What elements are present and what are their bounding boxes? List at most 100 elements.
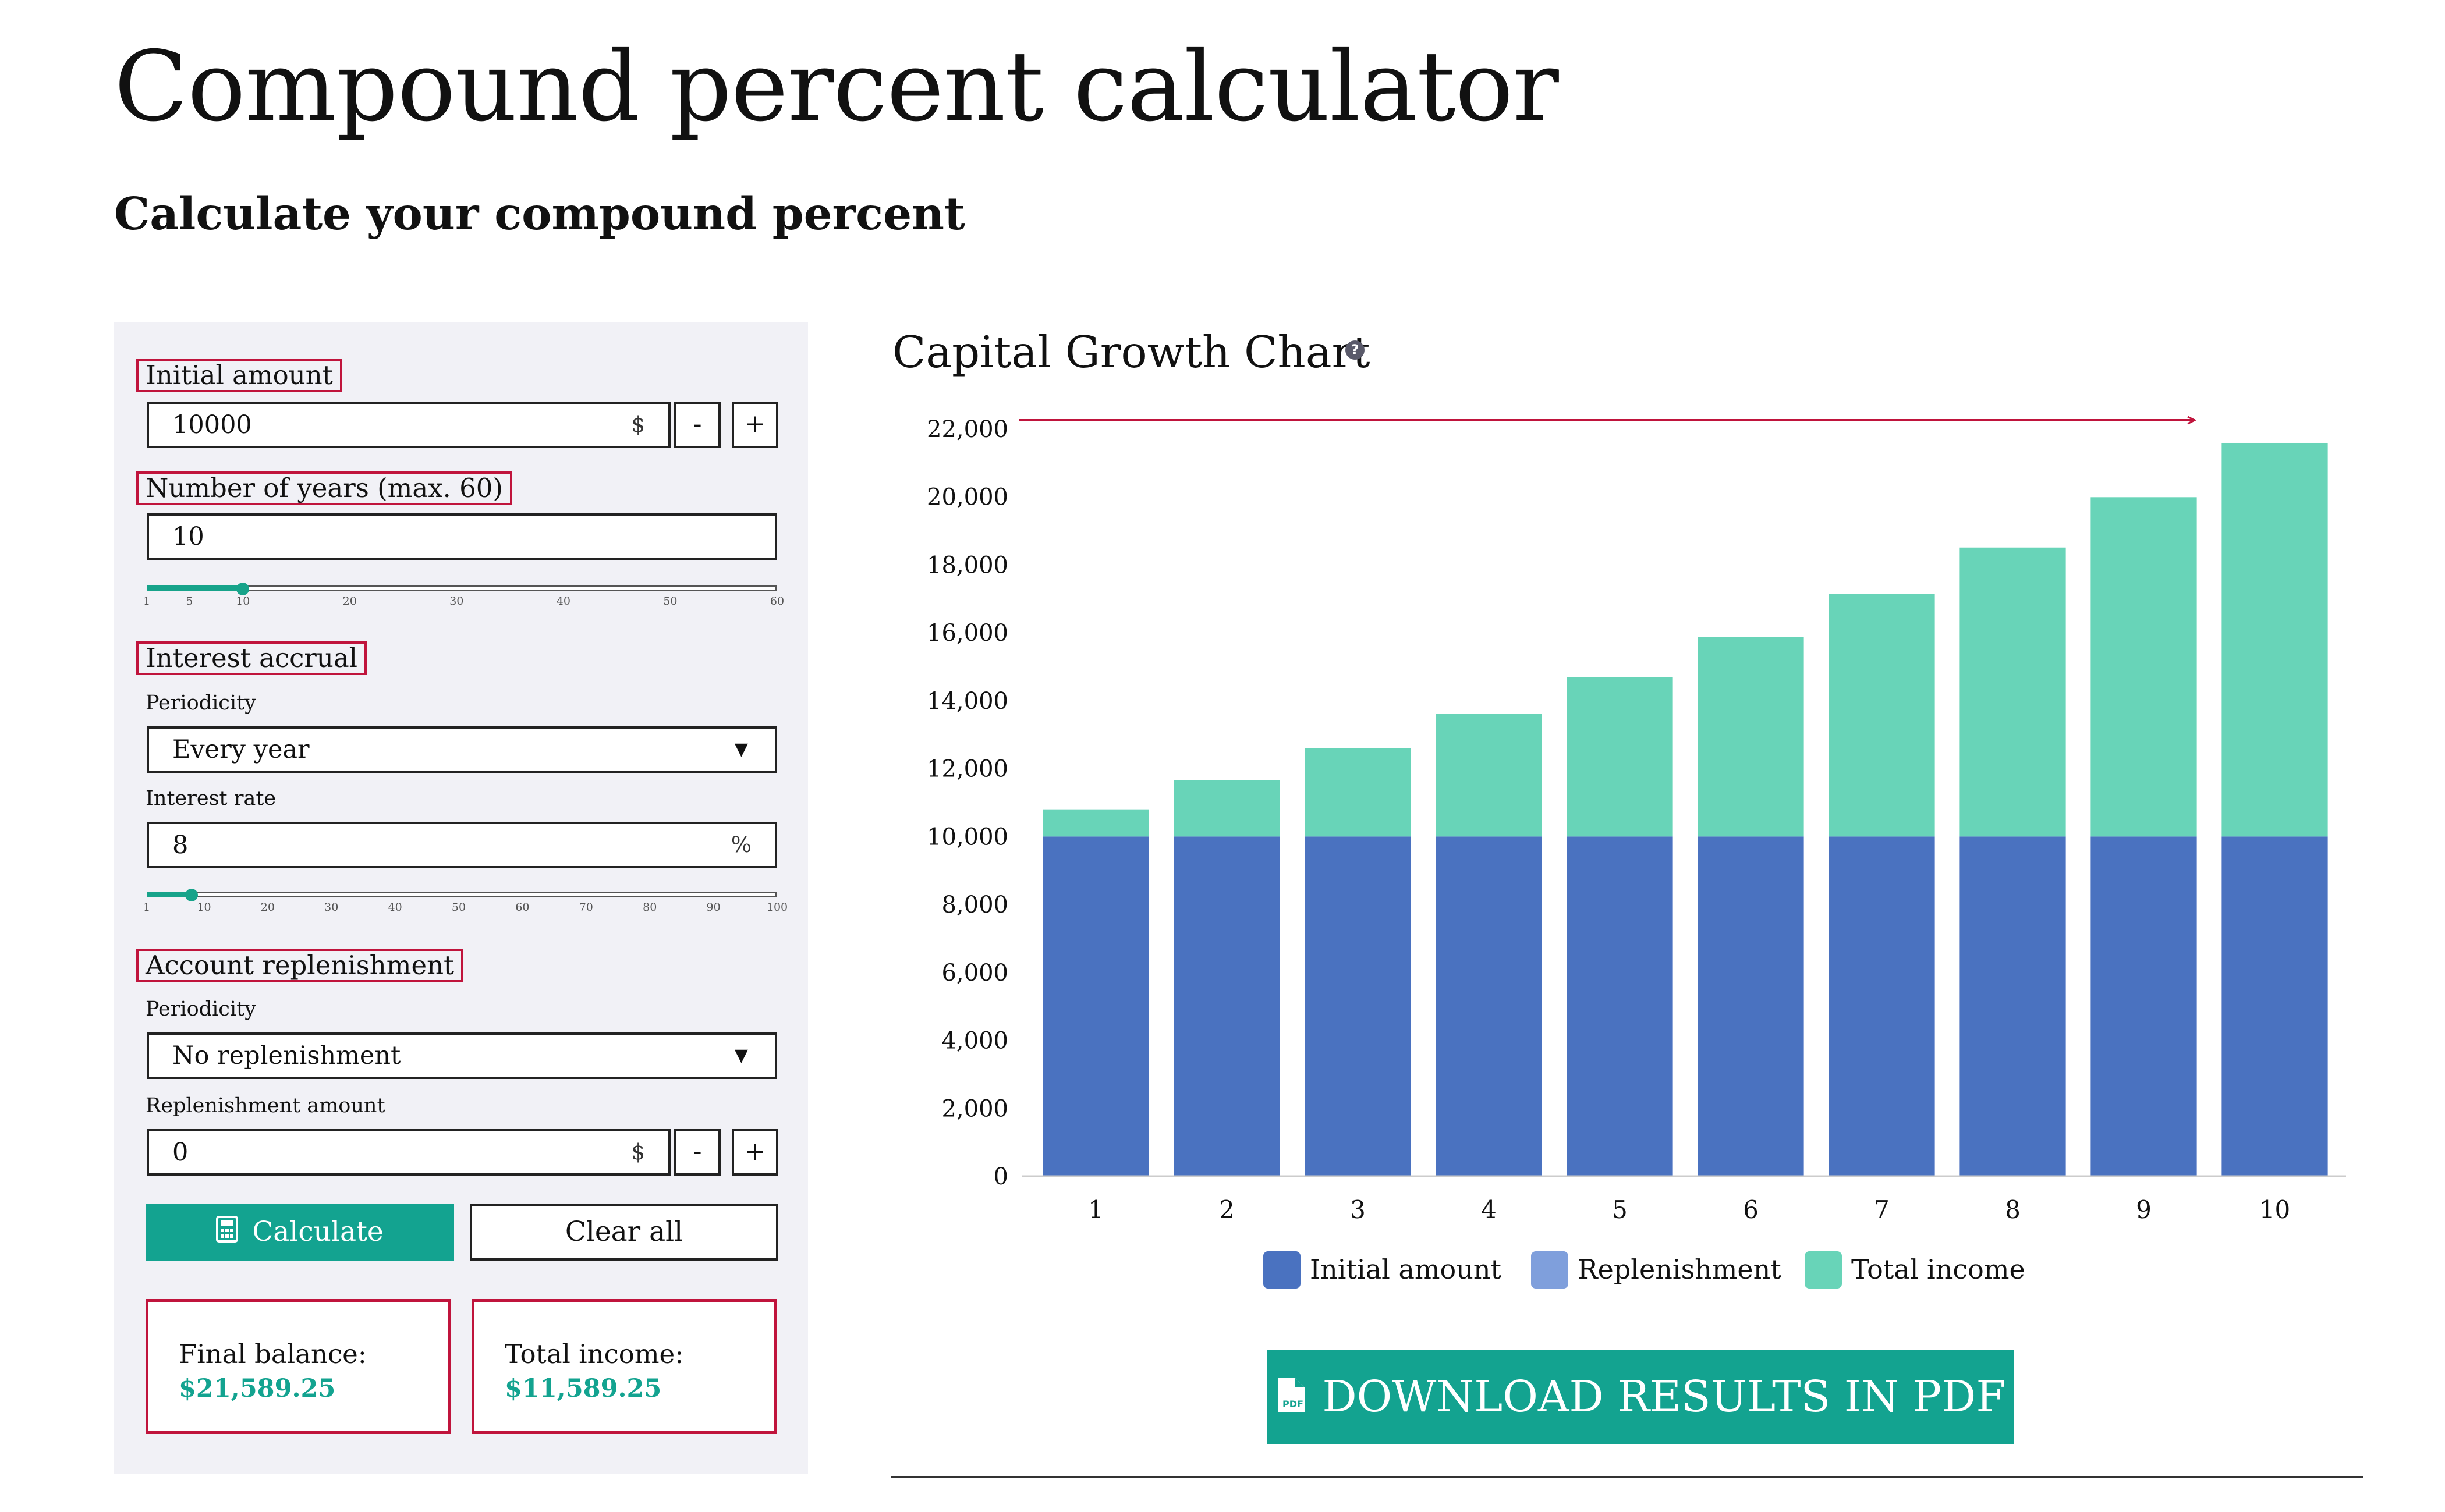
bar-total-income[interactable] — [1567, 677, 1673, 837]
interest-rate-slider[interactable]: 1 10 20 30 40 50 60 70 80 90 100 — [143, 883, 788, 918]
chart-title: Capital Growth Chart — [892, 326, 1370, 378]
bar-total-income[interactable] — [1829, 594, 1935, 837]
page-subtitle: Calculate your compound percent — [114, 188, 965, 240]
rate-slider-tick-label: 50 — [451, 901, 466, 914]
bar-initial-amount[interactable] — [1959, 836, 2066, 1176]
interest-rate-input[interactable]: 8 % — [147, 822, 777, 868]
legend-swatch[interactable] — [1531, 1251, 1568, 1289]
rate-slider-tick-label: 10 — [197, 901, 211, 914]
bar-initial-amount[interactable] — [1698, 836, 1804, 1176]
initial-amount-decrement-button[interactable]: - — [674, 402, 721, 448]
bar-initial-amount[interactable] — [1174, 836, 1280, 1176]
replenishment-amount-label: Replenishment amount — [146, 1094, 385, 1117]
bar-initial-amount[interactable] — [2221, 836, 2328, 1176]
legend-label[interactable]: Replenishment — [1578, 1254, 1781, 1285]
legend-label[interactable]: Total income — [1851, 1254, 2025, 1285]
interest-accrual-label: Interest accrual — [136, 641, 367, 675]
bar-initial-amount[interactable] — [1436, 836, 1542, 1176]
y-tick-label: 0 — [994, 1163, 1008, 1190]
bar-total-income[interactable] — [1174, 780, 1280, 837]
years-slider-tick-label: 30 — [449, 595, 464, 608]
legend-label[interactable]: Initial amount — [1310, 1254, 1501, 1285]
clear-all-button[interactable]: Clear all — [470, 1204, 778, 1261]
x-tick-label: 3 — [1350, 1195, 1366, 1224]
y-tick-label: 22,000 — [927, 416, 1008, 443]
replenishment-amount-value: 0 — [172, 1138, 189, 1167]
total-income-label: Total income: — [505, 1339, 684, 1369]
total-income-value: $11,589.25 — [505, 1374, 662, 1403]
interest-periodicity-select[interactable]: Every year ▼ — [147, 726, 777, 773]
y-tick-label: 16,000 — [927, 620, 1008, 647]
triangle-down-icon: ▼ — [734, 1045, 748, 1066]
replenishment-increment-button[interactable]: + — [732, 1129, 778, 1176]
y-tick-label: 20,000 — [927, 484, 1008, 511]
divider — [891, 1476, 2364, 1478]
bar-total-income[interactable] — [1959, 547, 2066, 837]
bar-initial-amount[interactable] — [1305, 836, 1411, 1176]
download-pdf-button[interactable]: PDF DOWNLOAD RESULTS IN PDF — [1267, 1350, 2014, 1444]
bar-total-income[interactable] — [1436, 714, 1542, 837]
initial-amount-increment-button[interactable]: + — [732, 402, 778, 448]
dollar-unit: $ — [631, 1140, 645, 1165]
years-slider-tick-label: 10 — [236, 595, 250, 608]
x-tick-label: 9 — [2136, 1195, 2152, 1224]
rate-slider-track[interactable] — [147, 892, 777, 897]
calculate-button-label: Calculate — [252, 1216, 384, 1248]
legend-swatch[interactable] — [1805, 1251, 1842, 1289]
rate-slider-tick-label: 60 — [515, 901, 530, 914]
y-tick-label: 12,000 — [927, 756, 1008, 783]
years-input[interactable]: 10 — [147, 513, 777, 560]
final-balance-label: Final balance: — [179, 1339, 367, 1369]
y-tick-label: 14,000 — [927, 688, 1008, 715]
bar-initial-amount[interactable] — [2090, 836, 2197, 1176]
years-slider-fill — [147, 585, 243, 591]
y-tick-label: 10,000 — [927, 824, 1008, 850]
replenishment-amount-input[interactable]: 0 $ — [147, 1129, 671, 1176]
years-slider[interactable]: 1 5 10 20 30 40 50 60 — [143, 577, 784, 612]
replenishment-periodicity-select[interactable]: No replenishment ▼ — [147, 1032, 777, 1079]
calculator-icon — [216, 1205, 239, 1262]
rate-slider-tick-label: 70 — [579, 901, 593, 914]
rate-slider-tick-label: 100 — [766, 901, 788, 914]
bar-total-income[interactable] — [1305, 748, 1411, 837]
calculate-button[interactable]: Calculate — [146, 1204, 454, 1261]
rate-slider-thumb[interactable] — [185, 889, 198, 901]
bar-total-income[interactable] — [1698, 637, 1804, 837]
initial-amount-value: 10000 — [172, 410, 252, 439]
initial-amount-input[interactable]: 10000 $ — [147, 402, 671, 448]
years-slider-tick-label: 5 — [186, 595, 193, 608]
interest-periodicity-value: Every year — [172, 735, 310, 764]
years-slider-tick-label: 1 — [143, 595, 151, 608]
bar-total-income[interactable] — [2090, 497, 2197, 837]
bar-initial-amount[interactable] — [1829, 836, 1935, 1176]
bar-total-income[interactable] — [2221, 442, 2328, 837]
x-tick-label: 6 — [1743, 1195, 1759, 1224]
years-slider-tick-label: 40 — [556, 595, 570, 608]
question-circle-icon[interactable]: ? — [1345, 340, 1365, 360]
years-slider-tick-label: 60 — [770, 595, 785, 608]
interest-periodicity-label: Periodicity — [146, 691, 256, 715]
account-replenishment-label: Account replenishment — [136, 949, 464, 982]
percent-unit: % — [731, 832, 752, 857]
bar-initial-amount[interactable] — [1567, 836, 1673, 1176]
x-tick-label: 10 — [2259, 1195, 2290, 1224]
x-tick-label: 2 — [1219, 1195, 1235, 1224]
svg-text:PDF: PDF — [1282, 1399, 1303, 1410]
years-label: Number of years (max. 60) — [136, 471, 512, 505]
triangle-down-icon: ▼ — [734, 739, 748, 759]
rate-slider-tick-label: 30 — [324, 901, 339, 914]
years-slider-thumb[interactable] — [236, 583, 250, 595]
replenishment-periodicity-label: Periodicity — [146, 998, 256, 1021]
y-tick-label: 6,000 — [941, 960, 1008, 986]
interest-rate-value: 8 — [172, 830, 189, 860]
page-title: Compound percent calculator — [114, 31, 1559, 143]
dollar-unit: $ — [631, 412, 645, 437]
bar-initial-amount[interactable] — [1043, 836, 1149, 1176]
replenishment-decrement-button[interactable]: - — [674, 1129, 721, 1176]
rate-slider-tick-label: 90 — [706, 901, 721, 914]
x-tick-label: 4 — [1481, 1195, 1497, 1224]
x-tick-label: 7 — [1874, 1195, 1890, 1224]
legend-swatch[interactable] — [1263, 1251, 1301, 1289]
initial-amount-label: Initial amount — [136, 359, 342, 392]
bar-total-income[interactable] — [1043, 809, 1149, 837]
